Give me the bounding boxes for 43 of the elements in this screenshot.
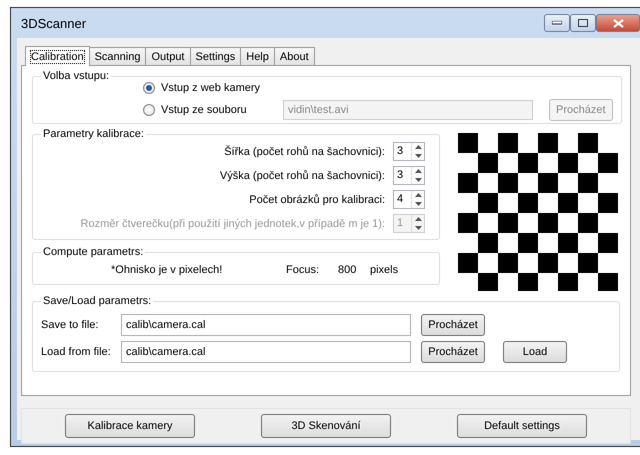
file-label: Load from file: [41, 346, 112, 358]
spin-arrows-icon[interactable] [411, 167, 424, 184]
parameter-label: Výška (počet rohů na šachovnici): [218, 170, 385, 182]
tab[interactable]: Scanning [88, 47, 146, 65]
focus-value: 800 [338, 264, 358, 276]
radio-option[interactable]: Vstup ze souboru [143, 104, 283, 116]
file-label: Save to file: [41, 319, 100, 331]
action-button[interactable]: 3D Skenování [261, 414, 391, 438]
tab[interactable]: Settings [190, 47, 242, 65]
group-title: Save/Load parametrs: [42, 295, 152, 307]
browse-button[interactable]: Procházet [421, 314, 485, 336]
spin-arrows-icon[interactable] [411, 143, 424, 160]
number-spinner[interactable]: 3 [393, 142, 425, 161]
tab[interactable]: Calibration [25, 46, 90, 66]
tab[interactable]: Help [240, 47, 275, 65]
tab[interactable]: About [274, 47, 315, 65]
group-title: Parametry kalibrace: [42, 128, 145, 140]
file-path-field[interactable]: calib\camera.cal [121, 314, 411, 336]
minimize-icon [552, 21, 562, 25]
minimize-button[interactable] [544, 14, 570, 32]
file-path-field[interactable]: calib\camera.cal [121, 341, 411, 363]
parameter-label: Počet obrázků pro kalibraci: [248, 194, 385, 206]
number-spinner[interactable]: 4 [393, 190, 425, 209]
tab[interactable]: Output [145, 47, 190, 65]
action-button[interactable]: Default settings [457, 414, 587, 438]
group-title: Volba vstupu: [42, 70, 110, 82]
load-button[interactable]: Load [503, 341, 567, 363]
close-button[interactable] [596, 14, 640, 32]
close-icon [612, 18, 624, 28]
focus-label: Focus: [286, 264, 320, 276]
maximize-icon [578, 19, 588, 27]
maximize-button[interactable] [570, 14, 596, 32]
number-spinner[interactable]: 3 [393, 166, 425, 185]
group-title: Compute parametrs: [42, 246, 144, 258]
action-button[interactable]: Kalibrace kamery [65, 414, 195, 438]
focus-unit: pixels [370, 264, 398, 276]
spin-arrows-icon[interactable] [411, 191, 424, 208]
parameter-label: Rozměr čtverečku(při použití jiných jednotek,v případě m je 1): [80, 218, 385, 230]
radio-option[interactable]: Vstup z web kamery [143, 82, 283, 94]
browse-button[interactable]: Procházet [421, 341, 485, 363]
window-title: 3DScanner [20, 16, 86, 30]
parameter-label: Šířka (počet rohů na šachovnici): [223, 146, 385, 158]
focus-note: *Ohnisko je v pixelech! [111, 264, 224, 276]
